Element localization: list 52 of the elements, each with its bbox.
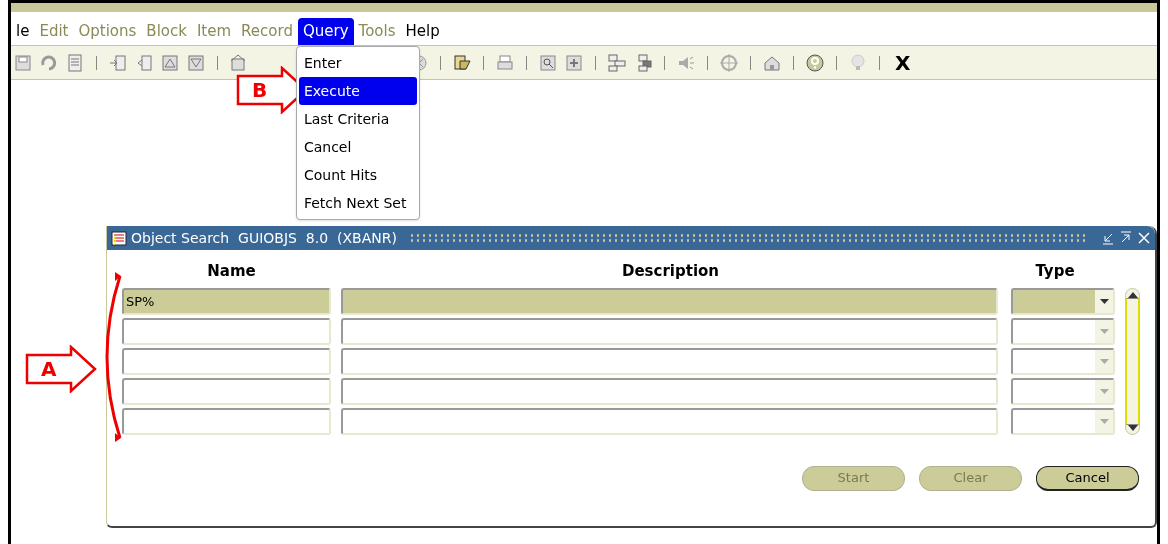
caret-icon (1099, 358, 1109, 364)
caret-icon (1099, 328, 1109, 334)
caret-icon (1099, 298, 1109, 304)
folder-icon[interactable] (452, 52, 472, 73)
input-field[interactable] (341, 407, 998, 435)
print-icon[interactable] (495, 52, 515, 73)
menu-option[interactable]: Fetch Next Set (298, 189, 417, 218)
dropdown-field[interactable] (1011, 407, 1115, 435)
app-icon (111, 230, 127, 246)
column-header: Description (621, 261, 720, 282)
input-field[interactable]: SP% (122, 287, 331, 315)
maximize-icon[interactable] (1119, 231, 1133, 245)
close-icon[interactable] (1137, 231, 1151, 245)
menu-option[interactable]: Count Hits (298, 161, 417, 190)
dialog-button[interactable]: Cancel (1036, 465, 1139, 491)
menu-option[interactable]: Cancel (298, 133, 417, 162)
help-icon[interactable] (805, 52, 825, 73)
input-field[interactable] (341, 287, 998, 315)
input-field[interactable] (122, 407, 331, 435)
dropdown-field[interactable] (1011, 287, 1115, 315)
input-field[interactable] (341, 347, 998, 375)
scroll-down-icon[interactable] (1127, 424, 1138, 431)
menu-item[interactable]: Query (297, 18, 354, 45)
crosshair-icon[interactable] (719, 52, 739, 73)
column-header: Type (1034, 261, 1076, 282)
scroll-up-icon[interactable] (1127, 291, 1138, 298)
input-field[interactable] (122, 317, 331, 345)
column-header: Name (206, 261, 257, 282)
scrollbar[interactable] (1125, 287, 1140, 435)
block-diagram-icon[interactable] (607, 52, 627, 73)
caret-icon (1099, 418, 1109, 424)
exit-button[interactable]: X (895, 47, 911, 78)
undo-icon[interactable] (39, 52, 59, 73)
light-bulb-icon[interactable] (848, 52, 868, 73)
add-icon[interactable] (564, 52, 584, 73)
window-title: Object Search GUIOBJS 8.0 (XBANR) (131, 228, 397, 248)
insert-record-icon[interactable] (108, 52, 128, 73)
callout-arrow: A (25, 345, 97, 393)
document-icon[interactable] (65, 52, 85, 73)
input-field[interactable] (341, 377, 998, 405)
save-icon[interactable] (13, 52, 33, 73)
input-field[interactable] (122, 377, 331, 405)
dropdown-field[interactable] (1011, 347, 1115, 375)
caret-icon (1099, 388, 1109, 394)
down-icon[interactable] (186, 52, 206, 73)
input-field[interactable] (341, 317, 998, 345)
dropdown-field[interactable] (1011, 377, 1115, 405)
eject-icon[interactable] (160, 52, 180, 73)
minimize-icon[interactable] (1101, 231, 1115, 245)
input-field[interactable] (122, 347, 331, 375)
dropdown-field[interactable] (1011, 317, 1115, 345)
search-icon[interactable] (538, 52, 558, 73)
